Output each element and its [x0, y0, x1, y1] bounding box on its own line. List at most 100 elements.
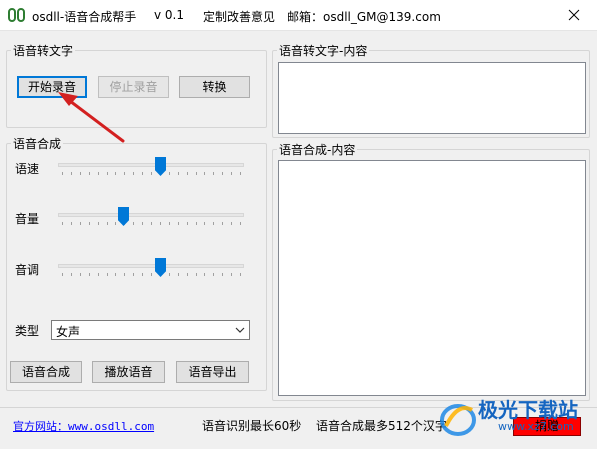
watermark-sub: www.xz7.com	[498, 420, 574, 433]
slider-tick	[151, 222, 152, 225]
slider-tick	[115, 222, 116, 225]
synthesize-button[interactable]: 语音合成	[10, 361, 82, 383]
volume-slider[interactable]	[58, 205, 244, 229]
slider-tick	[124, 172, 125, 175]
stop-recording-button[interactable]: 停止录音	[98, 76, 169, 98]
slider-tick	[71, 273, 72, 276]
start-recording-button[interactable]: 开始录音	[17, 76, 87, 98]
slider-tick	[169, 273, 170, 276]
speed-slider[interactable]	[58, 155, 244, 179]
slider-tick	[178, 172, 179, 175]
slider-tick	[80, 222, 81, 225]
stt-content-textarea[interactable]	[278, 62, 586, 134]
pitch-label: 音调	[15, 263, 40, 277]
app-logo-icon	[8, 8, 25, 22]
slider-tick	[151, 273, 152, 276]
slider-tick	[89, 273, 90, 276]
slider-tick	[178, 273, 179, 276]
slider-tick	[80, 273, 81, 276]
pitch-slider[interactable]	[58, 256, 244, 280]
speed-slider-ticks	[62, 172, 241, 176]
feedback-link[interactable]: 定制改善意见	[203, 8, 275, 25]
tts-group-label: 语音合成	[13, 137, 62, 151]
slider-tick	[204, 222, 205, 225]
slider-tick	[62, 172, 63, 175]
close-icon	[568, 9, 580, 21]
slider-tick	[187, 172, 188, 175]
slider-tick	[107, 222, 108, 225]
slider-tick	[89, 222, 90, 225]
slider-tick	[160, 222, 161, 225]
official-site-link[interactable]: 官方网站：www.osdll.com	[13, 418, 154, 434]
pitch-slider-ticks	[62, 273, 241, 277]
voice-type-select[interactable]: 女声	[51, 320, 250, 340]
slider-tick	[98, 222, 99, 225]
stt-content-label: 语音转文字-内容	[279, 44, 368, 58]
slider-tick	[115, 273, 116, 276]
slider-tick	[107, 273, 108, 276]
convert-button[interactable]: 转换	[179, 76, 250, 98]
slider-tick	[98, 273, 99, 276]
slider-tick	[169, 172, 170, 175]
slider-tick	[169, 222, 170, 225]
close-button[interactable]	[551, 0, 597, 31]
slider-tick	[222, 222, 223, 225]
slider-tick	[80, 172, 81, 175]
slider-tick	[71, 172, 72, 175]
slider-tick	[178, 222, 179, 225]
slider-tick	[222, 273, 223, 276]
play-audio-button[interactable]: 播放语音	[92, 361, 165, 383]
slider-tick	[213, 273, 214, 276]
voice-type-value: 女声	[56, 325, 81, 339]
slider-tick	[142, 172, 143, 175]
title-bar: osdll-语音合成帮手 v 0.1 定制改善意见 邮箱：osdll_GM@13…	[0, 0, 597, 31]
volume-slider-ticks	[62, 222, 241, 226]
slider-tick	[240, 222, 241, 225]
volume-label: 音量	[15, 212, 40, 226]
version-text: v 0.1	[154, 8, 184, 22]
slider-tick	[196, 222, 197, 225]
stt-group-label: 语音转文字	[13, 44, 74, 58]
slider-tick	[142, 222, 143, 225]
slider-tick	[62, 273, 63, 276]
slider-tick	[133, 222, 134, 225]
slider-tick	[187, 273, 188, 276]
slider-tick	[240, 172, 241, 175]
slider-tick	[213, 172, 214, 175]
slider-tick	[222, 172, 223, 175]
tts-content-textarea[interactable]	[278, 160, 586, 396]
slider-tick	[187, 222, 188, 225]
slider-tick	[107, 172, 108, 175]
slider-tick	[213, 222, 214, 225]
slider-tick	[71, 222, 72, 225]
pitch-slider-track	[58, 264, 244, 268]
slider-tick	[142, 273, 143, 276]
slider-tick	[204, 273, 205, 276]
chevron-down-icon	[235, 327, 245, 333]
slider-tick	[196, 172, 197, 175]
speed-label: 语速	[15, 162, 40, 176]
slider-tick	[151, 172, 152, 175]
slider-tick	[196, 273, 197, 276]
watermark-text: 极光下载站	[478, 398, 578, 422]
watermark-logo: 极光下载站 www.xz7.com	[438, 392, 588, 444]
slider-tick	[231, 273, 232, 276]
slider-tick	[133, 273, 134, 276]
slider-tick	[124, 273, 125, 276]
email-text: 邮箱：osdll_GM@139.com	[287, 10, 441, 24]
slider-tick	[204, 172, 205, 175]
slider-tick	[115, 172, 116, 175]
slider-tick	[62, 222, 63, 225]
volume-slider-track	[58, 213, 244, 217]
stt-limit-text: 语音识别最长60秒	[202, 419, 302, 433]
export-audio-button[interactable]: 语音导出	[176, 361, 249, 383]
slider-tick	[231, 172, 232, 175]
speed-slider-track	[58, 163, 244, 167]
slider-tick	[89, 172, 90, 175]
tts-content-label: 语音合成-内容	[279, 143, 356, 157]
slider-tick	[240, 273, 241, 276]
slider-tick	[231, 222, 232, 225]
window-title: osdll-语音合成帮手	[32, 10, 137, 24]
slider-tick	[98, 172, 99, 175]
tts-limit-text: 语音合成最多512个汉字	[316, 419, 447, 433]
